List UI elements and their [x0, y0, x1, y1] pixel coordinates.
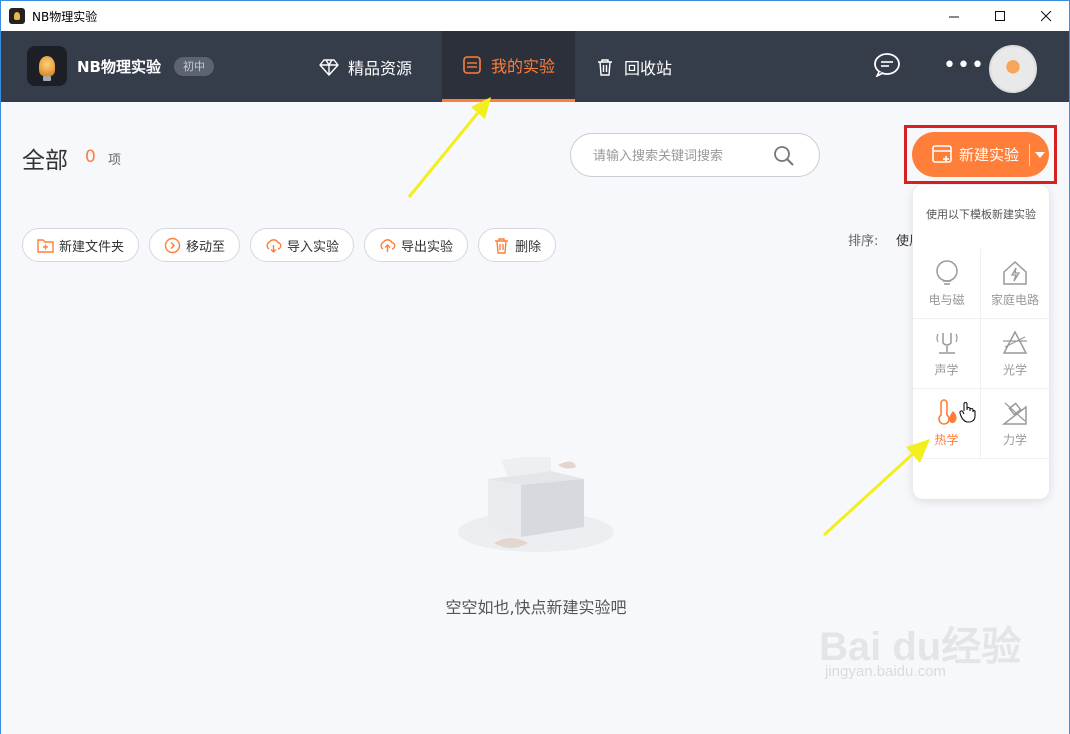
window-title: NB物理实验: [32, 9, 98, 24]
nav-my-experiments[interactable]: 我的实验: [442, 31, 575, 102]
grade-badge[interactable]: 初中: [174, 57, 214, 76]
item-count: 0: [85, 147, 96, 167]
nav-label: 回收站: [624, 58, 673, 78]
move-to-button[interactable]: 移动至: [149, 228, 241, 262]
incline-block-icon: [1001, 402, 1027, 425]
maximize-button[interactable]: [977, 1, 1023, 31]
hand-cursor-icon: [959, 402, 976, 423]
template-thermodynamics[interactable]: 热学: [913, 389, 981, 459]
template-dropdown: 使用以下模板新建实验 电与磁 家庭电路 声学 光学 热学 力学: [913, 185, 1049, 499]
template-mechanics[interactable]: 力学: [981, 389, 1049, 459]
chat-icon[interactable]: [873, 53, 901, 77]
toolbar-label: 移动至: [186, 239, 226, 255]
template-label: 力学: [1002, 433, 1027, 447]
template-household-circuit[interactable]: 家庭电路: [981, 249, 1049, 319]
more-icon[interactable]: •••: [943, 55, 985, 77]
toolbar-label: 删除: [515, 239, 542, 255]
thermometer-flame-icon: [937, 399, 957, 425]
move-icon: [164, 237, 181, 253]
empty-box-illustration: [458, 457, 614, 552]
nav-label: 我的实验: [490, 57, 555, 76]
delete-button[interactable]: 删除: [478, 228, 557, 262]
template-electricity-magnetism[interactable]: 电与磁: [913, 249, 981, 319]
nav-premium-resources[interactable]: 精品资源: [319, 31, 412, 102]
template-label: 声学: [934, 363, 959, 377]
template-label: 家庭电路: [990, 293, 1039, 307]
minimize-icon: [948, 16, 959, 17]
minimize-button[interactable]: [931, 1, 977, 31]
toolbar-label: 导入实验: [287, 239, 340, 255]
nav-recycle-bin[interactable]: 回收站: [595, 31, 672, 102]
tuning-fork-icon: [935, 333, 958, 354]
template-acoustics[interactable]: 声学: [913, 319, 981, 389]
bulb-icon: [935, 260, 958, 285]
search-input[interactable]: [593, 146, 773, 166]
sort-label: 排序:: [848, 234, 879, 249]
diamond-icon: [319, 58, 339, 76]
template-optics[interactable]: 光学: [981, 319, 1049, 389]
export-experiment-button[interactable]: 导出实验: [364, 228, 469, 262]
toolbar-label: 导出实验: [401, 239, 454, 255]
house-lightning-icon: [1003, 260, 1027, 285]
delete-icon: [495, 237, 509, 254]
app-header: NB物理实验 初中 精品资源 我的实验 回收站 •••: [1, 31, 1069, 102]
page-title: 全部: [22, 148, 68, 174]
template-dropdown-title: 使用以下模板新建实验: [926, 208, 1036, 221]
prism-icon: [1002, 330, 1028, 354]
new-folder-button[interactable]: 新建文件夹: [22, 228, 140, 262]
close-button[interactable]: [1023, 1, 1069, 31]
search-box: [570, 133, 820, 177]
user-avatar[interactable]: [989, 45, 1037, 93]
brand-name: NB物理实验: [77, 58, 161, 76]
annotation-highlight-box: [904, 125, 1057, 184]
trash-icon: [598, 58, 612, 76]
close-icon: [1040, 10, 1051, 21]
export-icon: [380, 238, 396, 252]
app-icon: [9, 8, 25, 24]
template-label: 电与磁: [928, 293, 965, 307]
folder-icon: [463, 56, 481, 74]
template-grid: 电与磁 家庭电路 声学 光学 热学 力学: [913, 249, 1049, 459]
sort-select[interactable]: 使用: [896, 230, 912, 249]
title-bar: NB物理实验: [1, 1, 1069, 31]
template-label: 热学: [934, 433, 959, 447]
maximize-icon: [994, 10, 1005, 21]
main-content: 全部 0 项 新建实验: [1, 102, 1069, 734]
search-icon[interactable]: [773, 145, 795, 167]
import-experiment-button[interactable]: 导入实验: [250, 228, 355, 262]
watermark-url: jingyan.baidu.com: [825, 663, 946, 680]
import-icon: [266, 238, 282, 253]
nav-label: 精品资源: [348, 58, 413, 78]
app-window: NB物理实验 NB物理实验 初中 精品资源 我的实验 回收站 ••• 全部 0 …: [0, 0, 1070, 734]
action-toolbar: 新建文件夹 移动至 导入实验 导出实验 删除: [22, 228, 557, 262]
toolbar-label: 新建文件夹: [59, 239, 125, 255]
new-folder-icon: [37, 238, 54, 253]
app-logo: [27, 46, 67, 86]
item-count-unit: 项: [108, 153, 122, 168]
template-label: 光学: [1002, 363, 1027, 377]
